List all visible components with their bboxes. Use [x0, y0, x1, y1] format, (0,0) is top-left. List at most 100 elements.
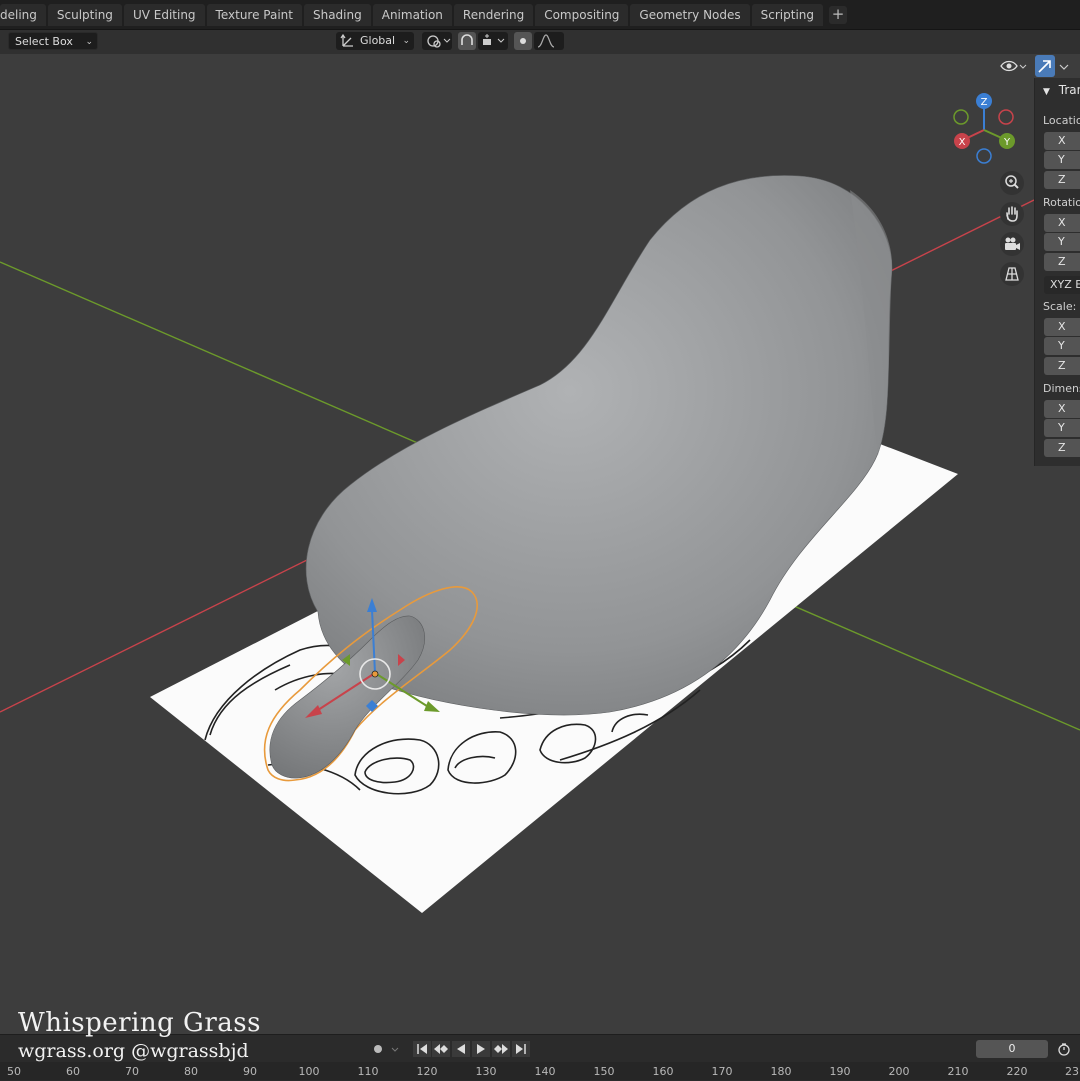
- tab-sculpting[interactable]: Sculpting: [47, 4, 122, 26]
- axis-label: Y: [1058, 235, 1065, 248]
- visibility-icon: [1000, 60, 1027, 72]
- workspace-bar: deling Sculpting UV Editing Texture Pain…: [0, 0, 1080, 30]
- ruler-tick: 70: [125, 1065, 139, 1078]
- tab-shading[interactable]: Shading: [303, 4, 371, 26]
- jump-start-button[interactable]: [413, 1041, 431, 1057]
- auto-keying-toggle[interactable]: [369, 1041, 387, 1057]
- dimensions-x-field[interactable]: X: [1044, 400, 1080, 418]
- axis-label: Z: [1058, 441, 1066, 454]
- ruler-tick: 170: [711, 1065, 733, 1078]
- dimensions-label: Dimens: [1043, 382, 1080, 395]
- tab-geometry-nodes[interactable]: Geometry Nodes: [630, 4, 750, 26]
- ruler-tick: 200: [888, 1065, 910, 1078]
- scale-z-field[interactable]: Z: [1044, 357, 1080, 375]
- falloff-curve-icon: [537, 34, 555, 48]
- proportional-edit-toggle[interactable]: [514, 32, 532, 50]
- 3d-viewport[interactable]: Z X Y: [0, 54, 1080, 1034]
- scale-x-field[interactable]: X: [1044, 318, 1080, 336]
- snap-toggle[interactable]: [458, 32, 476, 50]
- chevron-down-icon: ▼: [1043, 87, 1050, 97]
- play-reverse-button[interactable]: [452, 1041, 470, 1057]
- tab-compositing[interactable]: Compositing: [535, 4, 629, 26]
- tab-modeling[interactable]: deling: [0, 4, 46, 26]
- camera-icon: [1005, 237, 1020, 250]
- panel-header[interactable]: ▼ Tran: [1043, 83, 1080, 97]
- location-x-field[interactable]: X: [1044, 132, 1080, 150]
- dimensions-y-field[interactable]: Y: [1044, 419, 1080, 437]
- jump-end-button[interactable]: [512, 1041, 530, 1057]
- keying-dropdown[interactable]: [389, 1041, 401, 1057]
- keyframe-next-icon: [494, 1044, 508, 1054]
- scale-label: Scale:: [1043, 300, 1077, 313]
- keyframe-prev-icon: [434, 1044, 448, 1054]
- axis-label: Z: [1058, 255, 1066, 268]
- ruler-tick: 50: [7, 1065, 21, 1078]
- next-keyframe-button[interactable]: [492, 1041, 510, 1057]
- hand-pan-icon: [1006, 206, 1018, 222]
- dimensions-z-field[interactable]: Z: [1044, 439, 1080, 457]
- axis-label: Z: [1058, 173, 1066, 186]
- tab-texture-paint[interactable]: Texture Paint: [206, 4, 302, 26]
- grid-perspective-icon: [1005, 267, 1019, 281]
- panel-title: Tran: [1058, 83, 1080, 97]
- play-reverse-icon: [457, 1044, 465, 1054]
- play-button[interactable]: [472, 1041, 490, 1057]
- proportional-falloff-dropdown[interactable]: [534, 32, 564, 50]
- ruler-tick: 23: [1065, 1065, 1079, 1078]
- snap-target-dropdown[interactable]: [478, 32, 508, 50]
- transform-orientation-dropdown[interactable]: Global ⌄: [336, 32, 414, 50]
- workspace-tabs: deling Sculpting UV Editing Texture Pain…: [0, 0, 848, 30]
- scale-y-field[interactable]: Y: [1044, 337, 1080, 355]
- zoom-button[interactable]: [1000, 171, 1024, 195]
- chevron-down-icon: [1059, 64, 1069, 70]
- axis-label: X: [1058, 216, 1066, 229]
- ruler-tick: 130: [475, 1065, 497, 1078]
- ruler-tick: 80: [184, 1065, 198, 1078]
- rotation-y-field[interactable]: Y: [1044, 233, 1080, 251]
- rotation-x-field[interactable]: X: [1044, 214, 1080, 232]
- location-y-field[interactable]: Y: [1044, 151, 1080, 169]
- tab-animation[interactable]: Animation: [372, 4, 452, 26]
- tab-rendering[interactable]: Rendering: [453, 4, 534, 26]
- axis-label: Y: [1058, 339, 1065, 352]
- gizmo-icon: [1038, 60, 1051, 73]
- perspective-toggle-button[interactable]: [1000, 262, 1024, 286]
- navigation-gizmo[interactable]: Z X Y: [953, 93, 1015, 164]
- camera-view-button[interactable]: [1000, 232, 1024, 256]
- ruler-tick: 90: [243, 1065, 257, 1078]
- orientation-value: Global: [360, 34, 396, 47]
- axis-label: Y: [1058, 153, 1065, 166]
- tab-scripting[interactable]: Scripting: [751, 4, 824, 26]
- gizmo-x-label: X: [959, 137, 966, 148]
- select-mode-value: Select Box: [15, 35, 73, 48]
- prev-keyframe-button[interactable]: [432, 1041, 450, 1057]
- watermark-handle: wgrass.org @wgrassbjd: [18, 1040, 249, 1062]
- proportional-edit-icon: [520, 38, 526, 44]
- pan-button[interactable]: [1000, 202, 1024, 226]
- ruler-tick: 110: [357, 1065, 379, 1078]
- zoom-icon: [1005, 175, 1019, 189]
- axis-label: X: [1058, 402, 1066, 415]
- gizmo-y-label: Y: [1003, 137, 1011, 148]
- axis-label: Z: [1058, 359, 1066, 372]
- add-workspace-button[interactable]: +: [829, 6, 848, 24]
- location-label: Locatio: [1043, 114, 1080, 127]
- visibility-dropdown[interactable]: [998, 55, 1030, 77]
- jump-start-icon: [417, 1044, 427, 1054]
- watermark-title: Whispering Grass: [18, 1008, 261, 1038]
- tab-uv-editing[interactable]: UV Editing: [123, 4, 205, 26]
- select-mode-dropdown[interactable]: Select Box ⌄: [8, 32, 98, 50]
- stopwatch-button[interactable]: [1054, 1041, 1074, 1057]
- current-frame-field[interactable]: 0: [976, 1040, 1048, 1058]
- axis-label: X: [1058, 320, 1066, 333]
- record-icon: [374, 1045, 382, 1053]
- location-z-field[interactable]: Z: [1044, 171, 1080, 189]
- pivot-point-dropdown[interactable]: [422, 32, 452, 50]
- gizmo-toggle[interactable]: [1035, 55, 1055, 77]
- rotation-mode-dropdown[interactable]: XYZ E: [1044, 276, 1080, 294]
- gizmo-dropdown[interactable]: [1057, 55, 1071, 77]
- ruler-tick: 190: [829, 1065, 851, 1078]
- rotation-z-field[interactable]: Z: [1044, 253, 1080, 271]
- stopwatch-icon: [1058, 1043, 1070, 1056]
- ruler-tick: 180: [770, 1065, 792, 1078]
